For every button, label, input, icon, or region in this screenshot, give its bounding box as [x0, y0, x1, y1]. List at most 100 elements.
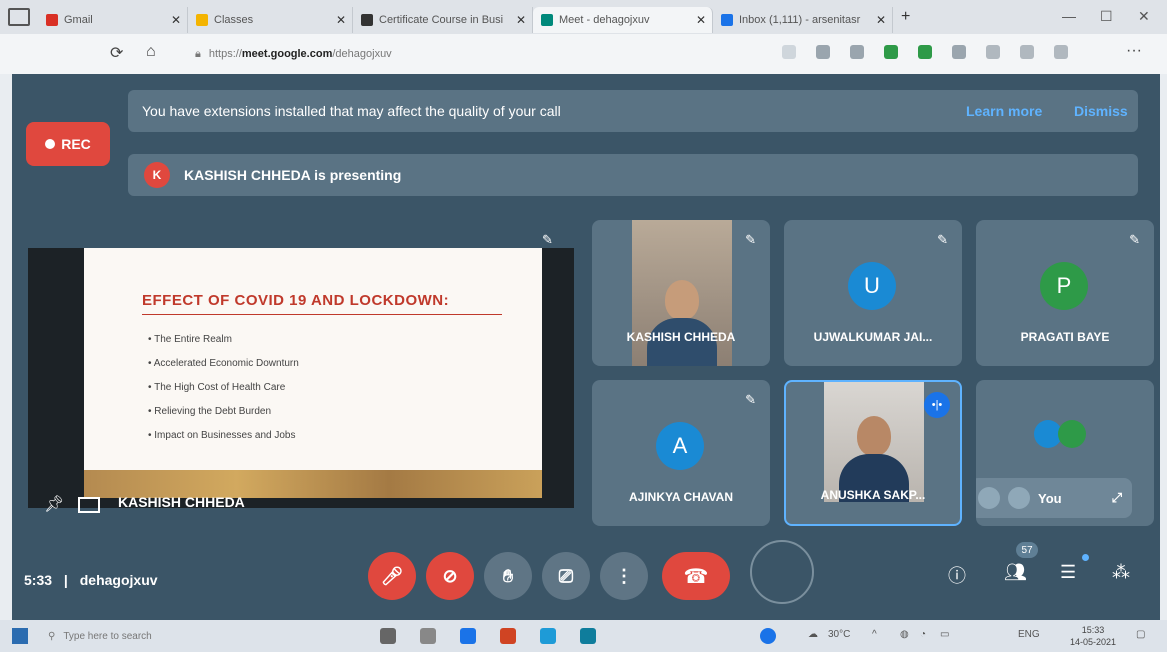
tab-label: Gmail: [64, 14, 93, 26]
mic-toggle-button[interactable]: 🎤︎: [368, 552, 416, 600]
activities-icon[interactable]: ⁂: [1112, 562, 1130, 583]
camera-off-icon[interactable]: [1008, 487, 1030, 509]
camera-off-icon: ⊘: [442, 565, 458, 586]
slide-title-underline: [142, 314, 502, 315]
favorites-icon[interactable]: [986, 45, 1000, 59]
taskbar-clock[interactable]: 15:33 14-05-2021: [1070, 624, 1116, 648]
reader-view-icon[interactable]: [782, 45, 796, 59]
participant-tile[interactable]: A ✎ AJINKYA CHAVAN: [592, 380, 770, 526]
extension-icon[interactable]: [816, 45, 830, 59]
url-path: /dehagojxuv: [332, 48, 392, 60]
edge-icon[interactable]: [460, 628, 476, 644]
record-dot-icon: [45, 139, 56, 149]
tab-inbox[interactable]: Inbox (1,111) - arsenitasr ✕: [713, 7, 893, 33]
rec-label: REC: [61, 136, 91, 152]
hang-up-icon: ☎︎: [683, 565, 709, 588]
participant-tile[interactable]: P ✎ PRAGATI BAYE: [976, 220, 1154, 366]
browser-icon[interactable]: [540, 628, 556, 644]
leave-call-button[interactable]: ☎︎: [662, 552, 730, 600]
maximize-icon[interactable]: ☐: [1100, 8, 1113, 25]
mic-muted-icon: ✎: [937, 232, 948, 247]
network-icon[interactable]: ◍: [900, 629, 909, 640]
info-icon[interactable]: ⓘ: [948, 562, 966, 588]
taskbar-search[interactable]: ⚲ Type here to search: [48, 626, 228, 646]
dismiss-link[interactable]: Dismiss: [1074, 103, 1128, 119]
windows-start-icon[interactable]: [12, 628, 28, 644]
participant-avatar: P: [1040, 262, 1088, 310]
participant-avatar-small: [1058, 420, 1086, 448]
slide-bullet: The Entire Realm: [148, 328, 358, 352]
participant-tile[interactable]: ✎ KASHISH CHHEDA: [592, 220, 770, 366]
refresh-icon[interactable]: ⟳: [110, 43, 123, 63]
minimize-icon[interactable]: —: [1062, 8, 1076, 24]
task-view-icon[interactable]: [420, 628, 436, 644]
self-view-bar[interactable]: You ⤢: [976, 478, 1132, 518]
url-field[interactable]: 🔒︎ https:// meet.google.com /dehagojxuv: [195, 42, 755, 66]
volume-icon[interactable]: ◔: [920, 629, 926, 640]
mic-off-icon: 🎤︎: [380, 565, 404, 586]
extension-icon[interactable]: [850, 45, 864, 59]
close-tab-icon[interactable]: ✕: [336, 13, 346, 27]
tab-meet[interactable]: Meet - dehagojxuv ✕: [533, 7, 713, 33]
more-menu-icon[interactable]: ···: [1126, 42, 1142, 60]
raise-hand-button[interactable]: ✋︎: [484, 552, 532, 600]
fullscreen-presentation-icon[interactable]: [78, 497, 100, 513]
battery-icon[interactable]: ▭: [940, 629, 949, 640]
profile-icon[interactable]: [1054, 45, 1068, 59]
new-tab-icon[interactable]: +: [901, 8, 910, 26]
checkmark-extension-icon[interactable]: [884, 45, 898, 59]
mic-muted-icon: ✎: [1129, 232, 1140, 247]
captions-ring[interactable]: [750, 540, 814, 604]
close-tab-icon[interactable]: ✕: [516, 13, 526, 27]
pin-icon[interactable]: 📌︎: [44, 494, 64, 514]
recording-indicator[interactable]: REC: [26, 122, 110, 166]
tab-gmail[interactable]: Gmail ✕: [38, 7, 188, 33]
participant-tile[interactable]: U ✎ UJWALKUMAR JAI...: [784, 220, 962, 366]
participant-avatar: A: [656, 422, 704, 470]
banner-text: You have extensions installed that may a…: [142, 103, 561, 119]
classroom-favicon-icon: [196, 14, 208, 26]
close-tab-icon[interactable]: ✕: [171, 13, 181, 27]
close-tab-icon[interactable]: ✕: [876, 13, 886, 27]
slide-bullet: Relieving the Debt Burden: [148, 400, 358, 424]
present-screen-button[interactable]: ⎚: [542, 552, 590, 600]
collections-icon[interactable]: [1020, 45, 1034, 59]
more-vertical-icon: ⋮: [615, 565, 633, 586]
meeting-time: 5:33: [24, 572, 53, 588]
slide-bullet: Impact on Businesses and Jobs: [148, 424, 358, 448]
tab-classes[interactable]: Classes ✕: [188, 7, 353, 33]
course-favicon-icon: [361, 14, 373, 26]
participant-tile-active-speaker[interactable]: •|• ANUSHKA SAKP...: [784, 380, 962, 526]
participant-video: [632, 220, 732, 366]
presenting-text: KASHISH CHHEDA is presenting: [184, 167, 402, 183]
chat-notification-dot: [1082, 554, 1089, 561]
presentation-stage[interactable]: EFFECT OF COVID 19 AND LOCKDOWN: The Ent…: [28, 248, 574, 508]
more-options-button[interactable]: ⋮: [600, 552, 648, 600]
close-window-icon[interactable]: ✕: [1138, 8, 1150, 25]
home-icon[interactable]: ⌂: [146, 43, 156, 61]
cortana-icon[interactable]: [380, 628, 396, 644]
tab-label: Meet - dehagojxuv: [559, 14, 650, 26]
notifications-icon[interactable]: ▢: [1136, 629, 1145, 640]
slide-bullet: The High Cost of Health Care: [148, 376, 358, 400]
language-indicator[interactable]: ENG: [1018, 629, 1040, 640]
weather-icon: ☁︎: [808, 629, 818, 640]
app-icon[interactable]: [580, 628, 596, 644]
people-icon[interactable]: 👥︎: [1004, 562, 1027, 583]
powerpoint-icon[interactable]: [500, 628, 516, 644]
presentation-slide: EFFECT OF COVID 19 AND LOCKDOWN: The Ent…: [84, 248, 542, 498]
learn-more-link[interactable]: Learn more: [966, 103, 1042, 119]
mic-off-icon[interactable]: [978, 487, 1000, 509]
window-menu-icon[interactable]: [8, 8, 30, 26]
expand-icon[interactable]: ⤢: [1112, 490, 1122, 506]
app-icon[interactable]: [760, 628, 776, 644]
chat-icon[interactable]: ☰: [1060, 562, 1076, 583]
camera-toggle-button[interactable]: ⊘: [426, 552, 474, 600]
self-tile[interactable]: You ⤢: [976, 380, 1154, 526]
tab-certificate-course[interactable]: Certificate Course in Busi ✕: [353, 7, 533, 33]
extension-icon[interactable]: [952, 45, 966, 59]
tray-chevron-icon[interactable]: ^: [872, 629, 877, 640]
green-extension-icon[interactable]: [918, 45, 932, 59]
slide-bullets: The Entire Realm Accelerated Economic Do…: [148, 328, 358, 448]
close-tab-icon[interactable]: ✕: [696, 13, 706, 27]
